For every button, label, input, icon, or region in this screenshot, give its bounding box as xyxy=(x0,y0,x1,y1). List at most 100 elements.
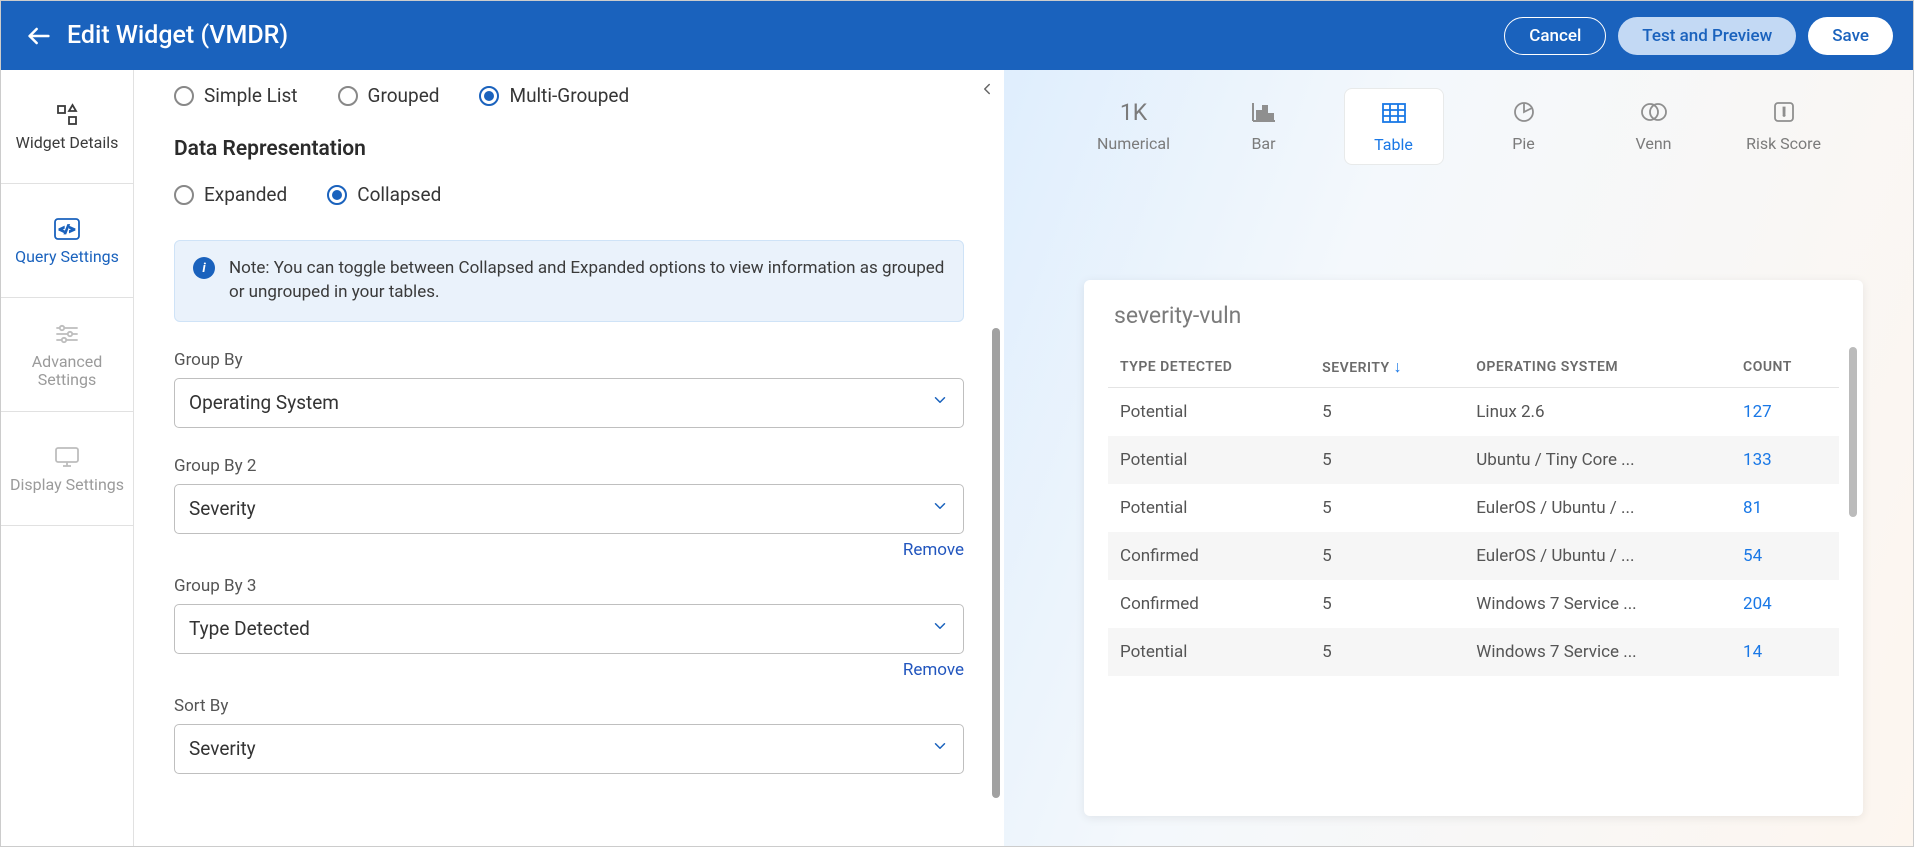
remove-group-3-link[interactable]: Remove xyxy=(903,660,964,680)
cell-count: 204 xyxy=(1731,580,1839,628)
cell-type: Confirmed xyxy=(1108,580,1310,628)
radio-icon xyxy=(174,86,194,106)
venn-icon xyxy=(1640,98,1668,126)
radio-grouped[interactable]: Grouped xyxy=(338,84,440,107)
count-link[interactable]: 54 xyxy=(1743,546,1762,566)
count-link[interactable]: 127 xyxy=(1743,402,1772,422)
risk-score-icon: ! xyxy=(1772,98,1796,126)
chart-type-pie[interactable]: Pie xyxy=(1474,88,1574,165)
chart-type-risk-score[interactable]: ! Risk Score xyxy=(1734,88,1834,165)
group-by-1-label: Group By xyxy=(174,350,964,370)
count-link[interactable]: 14 xyxy=(1743,642,1762,662)
th-operating-system[interactable]: OPERATING SYSTEM xyxy=(1464,347,1731,388)
table-row: Potential5Windows 7 Service ...14 xyxy=(1108,628,1839,676)
chart-type-table[interactable]: Table xyxy=(1344,88,1444,165)
cell-os: Linux 2.6 xyxy=(1464,388,1731,437)
group-by-3-select[interactable]: Type Detected xyxy=(174,604,964,654)
chart-type-numerical[interactable]: 1K Numerical xyxy=(1084,88,1184,165)
cell-os: Windows 7 Service ... xyxy=(1464,580,1731,628)
cell-count: 127 xyxy=(1731,388,1839,437)
group-by-2-select[interactable]: Severity xyxy=(174,484,964,534)
sort-by-select[interactable]: Severity xyxy=(174,724,964,774)
display-settings-icon xyxy=(53,443,81,471)
save-button[interactable]: Save xyxy=(1808,17,1893,55)
radio-label: Multi-Grouped xyxy=(509,84,629,107)
cancel-button[interactable]: Cancel xyxy=(1504,17,1606,55)
radio-multi-grouped[interactable]: Multi-Grouped xyxy=(479,84,629,107)
select-value: Type Detected xyxy=(189,617,310,640)
count-link[interactable]: 133 xyxy=(1743,450,1772,470)
radio-icon xyxy=(327,185,347,205)
radio-icon xyxy=(174,185,194,205)
cell-os: Ubuntu / Tiny Core ... xyxy=(1464,436,1731,484)
th-severity[interactable]: SEVERITY↓ xyxy=(1310,347,1464,388)
chart-type-label: Venn xyxy=(1636,134,1672,153)
count-link[interactable]: 204 xyxy=(1743,594,1772,614)
chart-type-venn[interactable]: Venn xyxy=(1604,88,1704,165)
sidebar-item-display-settings[interactable]: Display Settings xyxy=(1,412,133,526)
preview-card: severity-vuln TYPE DETECTED SEVERITY↓ OP… xyxy=(1084,280,1863,816)
sidebar-item-label: Widget Details xyxy=(16,134,119,152)
pie-chart-icon xyxy=(1512,98,1536,126)
cell-count: 133 xyxy=(1731,436,1839,484)
cell-severity: 5 xyxy=(1310,580,1464,628)
preview-table-scrollbar[interactable] xyxy=(1849,347,1857,517)
cell-severity: 5 xyxy=(1310,436,1464,484)
back-arrow-icon[interactable] xyxy=(21,18,57,54)
chart-type-label: Pie xyxy=(1512,134,1534,153)
svg-text:</>: </> xyxy=(59,223,75,236)
radio-label: Collapsed xyxy=(357,183,441,206)
preview-card-title: severity-vuln xyxy=(1084,302,1863,347)
th-type-detected[interactable]: TYPE DETECTED xyxy=(1108,347,1310,388)
sidebar-item-advanced-settings[interactable]: Advanced Settings xyxy=(1,298,133,412)
svg-text:!: ! xyxy=(1782,105,1785,119)
table-row: Confirmed5EulerOS / Ubuntu / ...54 xyxy=(1108,532,1839,580)
sidebar-item-label: Query Settings xyxy=(15,248,119,266)
table-icon xyxy=(1381,99,1407,127)
cell-os: Windows 7 Service ... xyxy=(1464,628,1731,676)
cell-os: EulerOS / Ubuntu / ... xyxy=(1464,532,1731,580)
count-link[interactable]: 81 xyxy=(1743,498,1762,518)
chart-type-label: Table xyxy=(1374,135,1413,154)
radio-collapsed[interactable]: Collapsed xyxy=(327,183,441,206)
group-by-1-select[interactable]: Operating System xyxy=(174,378,964,428)
table-row: Potential5EulerOS / Ubuntu / ...81 xyxy=(1108,484,1839,532)
radio-expanded[interactable]: Expanded xyxy=(174,183,287,206)
sidebar-item-widget-details[interactable]: Widget Details xyxy=(1,70,133,184)
collapse-panel-icon[interactable] xyxy=(978,80,996,102)
select-value: Severity xyxy=(189,497,256,520)
table-row: Confirmed5Windows 7 Service ... 204 xyxy=(1108,580,1839,628)
radio-icon xyxy=(338,86,358,106)
cell-count: 54 xyxy=(1731,532,1839,580)
chart-type-bar[interactable]: Bar xyxy=(1214,88,1314,165)
test-preview-button[interactable]: Test and Preview xyxy=(1618,17,1796,55)
sidebar-item-label: Display Settings xyxy=(10,476,124,494)
select-value: Severity xyxy=(189,737,256,760)
radio-label: Expanded xyxy=(204,183,287,206)
cell-severity: 5 xyxy=(1310,628,1464,676)
th-count[interactable]: COUNT xyxy=(1731,347,1839,388)
sort-desc-icon: ↓ xyxy=(1394,357,1403,376)
cell-type: Potential xyxy=(1108,388,1310,437)
data-representation-title: Data Representation xyxy=(174,137,964,161)
radio-label: Grouped xyxy=(368,84,440,107)
settings-scrollbar[interactable] xyxy=(992,328,1000,798)
query-settings-icon: </> xyxy=(53,215,81,243)
chevron-down-icon xyxy=(931,497,949,520)
group-by-3-label: Group By 3 xyxy=(174,576,964,596)
table-row: Potential5Ubuntu / Tiny Core ... 133 xyxy=(1108,436,1839,484)
remove-group-2-link[interactable]: Remove xyxy=(903,540,964,560)
cell-severity: 5 xyxy=(1310,484,1464,532)
representation-radios: Expanded Collapsed xyxy=(174,165,964,224)
preview-table: TYPE DETECTED SEVERITY↓ OPERATING SYSTEM… xyxy=(1108,347,1839,676)
info-text: Note: You can toggle between Collapsed a… xyxy=(229,257,945,305)
radio-simple-list[interactable]: Simple List xyxy=(174,84,298,107)
widget-details-icon xyxy=(53,101,81,129)
sort-by-label: Sort By xyxy=(174,696,964,716)
radio-label: Simple List xyxy=(204,84,298,107)
advanced-settings-icon xyxy=(53,320,81,348)
sidebar-item-query-settings[interactable]: </> Query Settings xyxy=(1,184,133,298)
cell-type: Potential xyxy=(1108,436,1310,484)
sidebar-item-label: Advanced Settings xyxy=(5,353,129,390)
cell-count: 81 xyxy=(1731,484,1839,532)
